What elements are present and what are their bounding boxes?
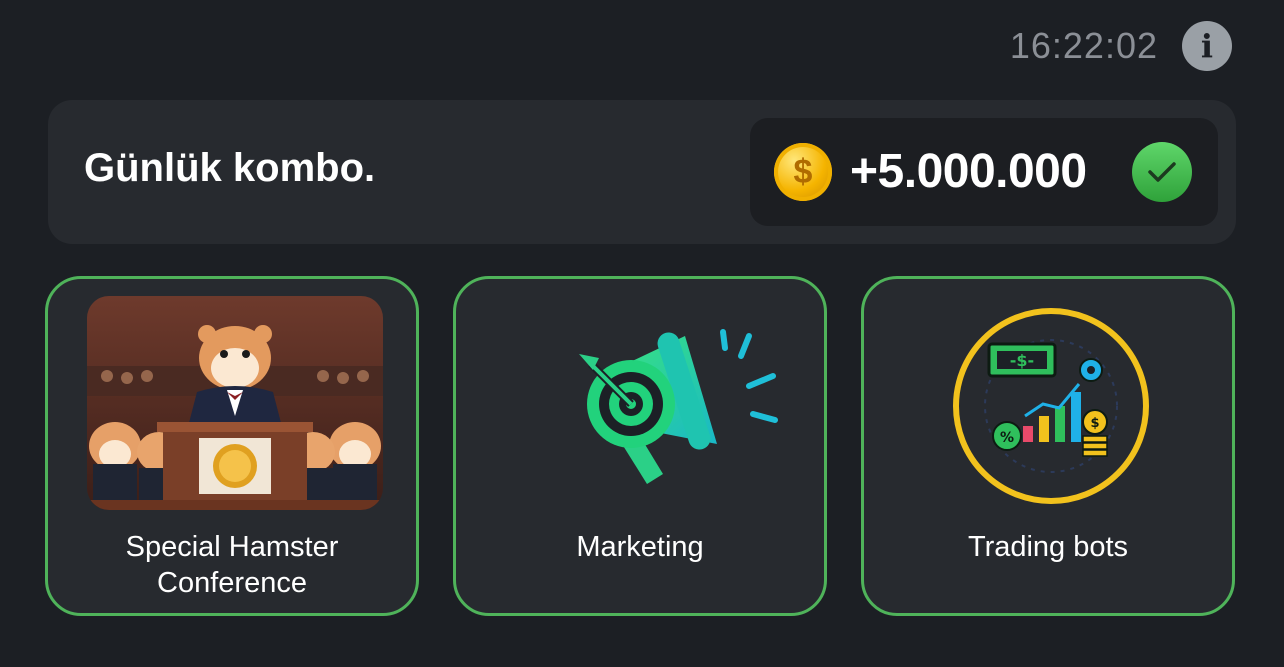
hamster-conference-image: [87, 296, 383, 510]
card-label: Special Hamster Conference: [125, 531, 339, 599]
svg-text:$: $: [1090, 416, 1099, 431]
combo-card-marketing[interactable]: Marketing: [453, 276, 827, 616]
card-label: Marketing: [576, 531, 704, 563]
svg-text:-$-: -$-: [1010, 351, 1034, 370]
card-label: Trading bots: [967, 531, 1129, 563]
megaphone-target-icon: [495, 296, 791, 510]
trading-bots-icon: -$- % $: [903, 296, 1199, 510]
dollar-coin-icon: $: [774, 143, 832, 201]
reward-amount: +5.000.000: [850, 145, 1087, 198]
daily-combo-title: Günlük kombo.: [84, 146, 376, 190]
combo-card-trading-bots[interactable]: -$- % $ Trading bots: [861, 276, 1235, 616]
daily-combo-panel: Günlük kombo. $ +5.000.000: [48, 100, 1236, 244]
check-icon: [1132, 142, 1192, 202]
clock-time: 16:22:02: [1009, 25, 1158, 66]
info-icon[interactable]: i: [1182, 21, 1232, 71]
combo-card-special-hamster-conference[interactable]: Special Hamster Conference: [45, 276, 419, 616]
combo-reward-box: $ +5.000.000: [750, 118, 1218, 226]
top-bar: 16:22:02 i: [1010, 18, 1232, 74]
svg-text:%: %: [1000, 430, 1014, 446]
